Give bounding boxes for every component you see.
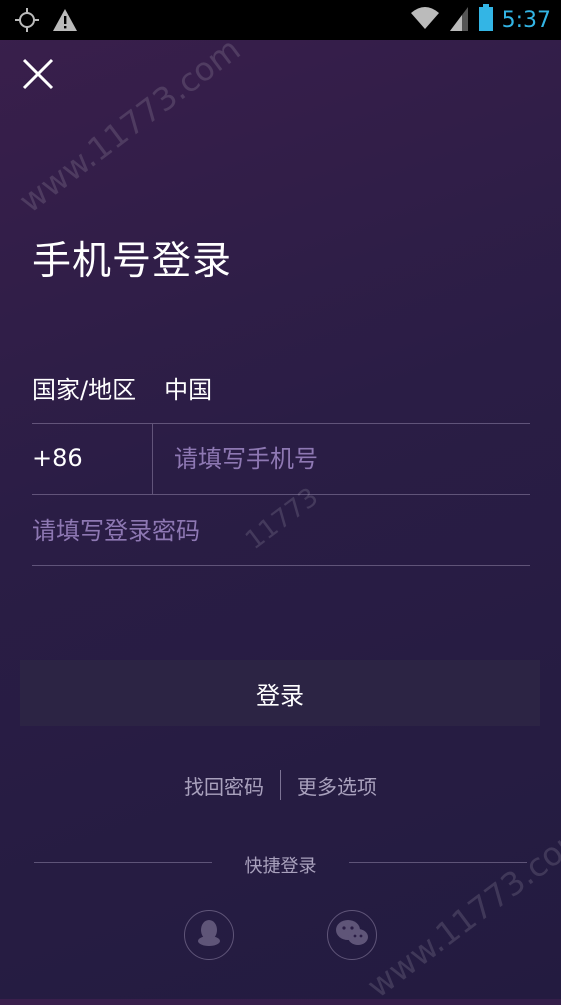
country-code[interactable]: +86 [32,444,83,472]
warning-icon [52,8,78,36]
status-time: 5:37 [501,7,551,33]
signal-icon [448,5,470,35]
country-value: 中国 [164,376,213,404]
qq-icon [196,919,222,951]
more-options-link[interactable]: 更多选项 [297,771,377,800]
status-left [14,7,78,37]
wifi-icon [410,5,440,35]
quick-login-header: 快捷登录 [0,852,561,877]
qq-login-button[interactable] [184,910,234,960]
login-button[interactable]: 登录 [20,660,540,726]
close-icon[interactable] [20,56,56,92]
status-bar: 5:37 [0,0,561,40]
divider [349,862,527,863]
country-label: 国家/地区 [32,376,137,404]
divider [152,424,153,494]
status-right: 5:37 [410,4,551,36]
wechat-icon [335,919,369,951]
auxiliary-links: 找回密码 更多选项 [0,770,561,800]
wechat-login-button[interactable] [327,910,377,960]
quick-login-label: 快捷登录 [244,856,317,877]
divider [32,565,530,566]
battery-icon [478,4,494,36]
page-title: 手机号登录 [32,239,233,284]
phone-input[interactable] [174,442,524,476]
divider [32,494,530,495]
forgot-password-link[interactable]: 找回密码 [184,771,264,800]
phone-row: +86 [32,424,530,494]
watermark: www.11773.com [360,814,561,1005]
country-selector[interactable]: 国家/地区 中国 [32,370,212,405]
gps-icon [14,7,40,37]
divider [280,770,281,800]
password-input[interactable] [32,514,522,548]
